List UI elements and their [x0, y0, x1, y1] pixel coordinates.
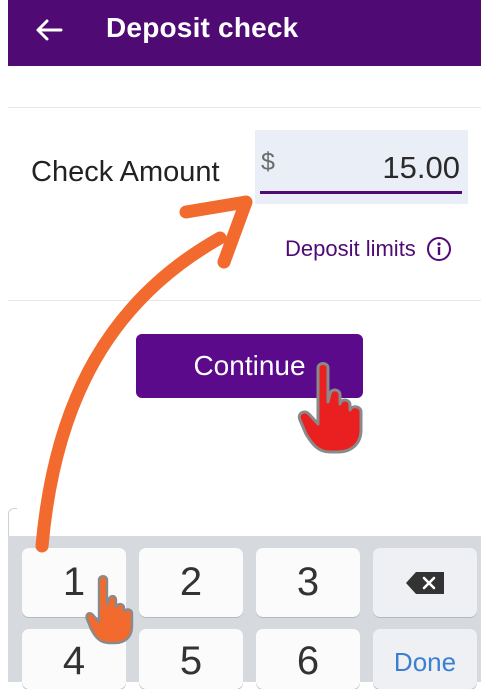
- key-5[interactable]: 5: [139, 629, 243, 689]
- currency-symbol: $: [261, 148, 275, 176]
- info-icon[interactable]: [426, 236, 452, 262]
- backspace-icon: [406, 571, 444, 594]
- back-arrow-icon[interactable]: [35, 16, 63, 44]
- key-4[interactable]: 4: [22, 629, 126, 689]
- input-underline: [260, 191, 462, 194]
- app-header: Deposit check: [8, 0, 481, 66]
- key-3[interactable]: 3: [256, 548, 360, 617]
- continue-button[interactable]: Continue: [136, 334, 363, 398]
- key-6[interactable]: 6: [256, 629, 360, 689]
- deposit-limits-link[interactable]: Deposit limits: [285, 236, 452, 262]
- divider-top: [8, 107, 481, 108]
- check-amount-value: 15.00: [382, 150, 460, 185]
- key-2[interactable]: 2: [139, 548, 243, 617]
- keyboard-frame-edge: [8, 508, 17, 537]
- done-key[interactable]: Done: [373, 629, 477, 689]
- key-1[interactable]: 1: [22, 548, 126, 617]
- page-title: Deposit check: [106, 12, 299, 43]
- delete-key[interactable]: [373, 548, 477, 617]
- check-amount-label: Check Amount: [31, 156, 220, 188]
- check-amount-input[interactable]: $ 15.00: [255, 130, 468, 204]
- divider-middle: [8, 300, 481, 301]
- deposit-limits-text: Deposit limits: [285, 236, 416, 261]
